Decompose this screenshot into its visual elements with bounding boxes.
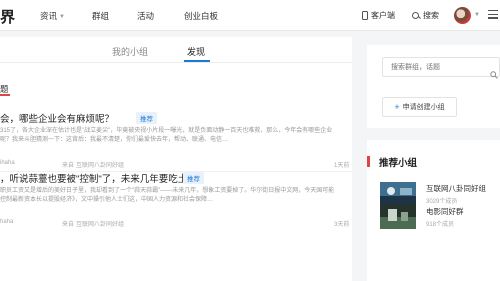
group-thumbnail[interactable] bbox=[380, 204, 416, 229]
recommended-title: 推荐小组 bbox=[379, 158, 418, 169]
plus-icon: + bbox=[394, 102, 400, 112]
post-author[interactable]: ihaha bbox=[0, 160, 15, 166]
group-name[interactable]: 互联网八卦同好组 bbox=[426, 183, 486, 194]
tab-discover[interactable]: 发现 bbox=[187, 45, 205, 58]
post-group-link[interactable]: 互联网八卦同好组 bbox=[76, 219, 124, 228]
nav-item-news[interactable]: 资讯 ▼ bbox=[40, 10, 65, 22]
sidebar-actions-panel: + 申请创建小组 bbox=[367, 45, 500, 128]
create-group-label: 申请创建小组 bbox=[402, 104, 445, 111]
post-group-link[interactable]: 互联网八卦同好组 bbox=[76, 160, 124, 169]
nav-item-startup-board[interactable]: 创业白板 bbox=[184, 10, 218, 22]
recommended-groups-panel: 推荐小组 互联网八卦同好组 3029个成员 电影同好群 918个成员 bbox=[367, 140, 500, 281]
chevron-down-icon[interactable]: ▼ bbox=[474, 12, 480, 18]
group-member-count: 3029个成员 bbox=[426, 199, 458, 205]
section-accent-bar bbox=[367, 156, 370, 167]
search-icon bbox=[412, 11, 420, 20]
site-logo[interactable]: 界 bbox=[0, 6, 15, 27]
search-icon[interactable] bbox=[490, 66, 498, 79]
main-panel: 我的小组 发现 题 会，哪些企业会有麻烦呢？ 推荐 315了，各大企业深在估计也… bbox=[0, 37, 352, 281]
group-name[interactable]: 电影同好群 bbox=[426, 206, 464, 217]
post-excerpt: 315了，各大企业深在估计也是"战立麦尖"，毕竟被央视小片段一曝光，就是负面动静… bbox=[0, 128, 333, 143]
tab-my-groups[interactable]: 我的小组 bbox=[112, 45, 148, 58]
group-search-input[interactable] bbox=[382, 57, 500, 77]
post-time: 3天前 bbox=[334, 222, 350, 228]
post-title[interactable]: 会，哪些企业会有麻烦呢？ bbox=[0, 111, 114, 125]
chevron-down-icon: ▼ bbox=[59, 14, 65, 20]
recommended-badge: 推荐 bbox=[136, 112, 157, 124]
nav-item-label: 资讯 bbox=[40, 11, 58, 21]
client-label: 客户端 bbox=[371, 11, 395, 20]
post-excerpt: 职员工资又是增后的美好日子里，我却看到了一个"蒜天蒜霸"——未来几年，想象工资要… bbox=[0, 188, 335, 203]
search-label: 搜索 bbox=[423, 11, 439, 20]
search-button[interactable]: 搜索 bbox=[412, 10, 439, 21]
nav-item-events[interactable]: 活动 bbox=[137, 10, 154, 22]
nav-item-groups[interactable]: 群组 bbox=[92, 10, 109, 22]
post-author[interactable]: haha bbox=[0, 219, 13, 225]
recommended-badge: 推荐 bbox=[183, 172, 204, 184]
post-time: 1天前 bbox=[334, 163, 350, 169]
tabs-divider bbox=[0, 62, 352, 63]
menu-icon[interactable] bbox=[488, 10, 498, 21]
post-from-label: 来自 bbox=[62, 163, 75, 169]
group-member-count: 918个成员 bbox=[426, 222, 455, 228]
phone-icon bbox=[362, 11, 368, 20]
avatar[interactable] bbox=[454, 7, 471, 24]
top-navbar: 界 资讯 ▼ 群组 活动 创业白板 客户端 搜索 ▼ bbox=[0, 0, 500, 31]
section-title-underline bbox=[0, 94, 10, 96]
post-title[interactable]: ，听说蒜薹也要被"控制"了，未来几年要吃土？ bbox=[0, 171, 197, 185]
post-from-label: 来自 bbox=[62, 222, 75, 228]
client-download-link[interactable]: 客户端 bbox=[362, 10, 395, 21]
create-group-button[interactable]: + 申请创建小组 bbox=[382, 97, 457, 117]
